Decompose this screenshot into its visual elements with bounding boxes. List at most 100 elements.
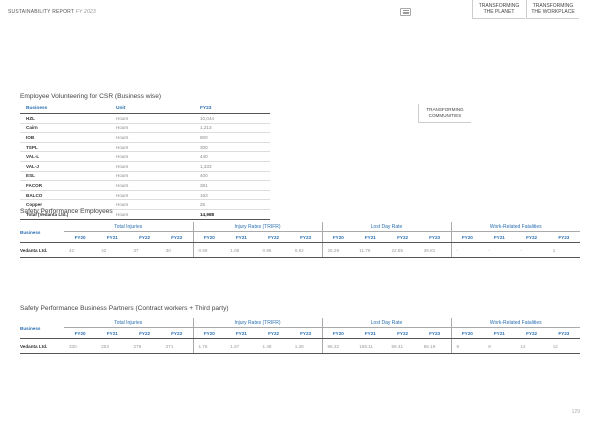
value-cell: 0.62 [289,242,322,258]
year-header: FY23 [547,231,580,243]
year-header: FY21 [96,231,129,243]
business-cell: FACOR [20,180,110,191]
table-row: BALCO Hours 163 [20,190,270,201]
value-cell: 440 [194,151,270,162]
year-header: FY21 [96,327,129,339]
group-injury-rates: Injury Rates (TRIFR) [192,318,322,328]
volunteering-title: Employee Volunteering for CSR (Business … [20,93,162,100]
value-cell: 279 [128,338,161,354]
value-cell: 10,044 [194,113,270,124]
business-cell: Vedanta Ltd. [20,242,64,258]
business-cell: ESL [20,171,110,182]
year-header: FY22 [515,231,548,243]
year-header: FY20 [64,327,97,339]
value-cell: 0.69 [192,242,226,258]
value-cell: 300 [194,142,270,153]
safety-employees-title: Safety Performance Employees [20,208,113,215]
value-cell: 330 [64,338,97,354]
page-header: SUSTAINABILITY REPORT FY 2023 TRANSFORMI… [0,0,600,123]
year-header: FY21 [483,327,516,339]
value-cell: 253 [96,338,129,354]
value-cell: 12 [515,338,548,354]
tab-transforming-the-planet[interactable]: TRANSFORMING THE PLANET [472,0,525,19]
tab-transforming-communities[interactable]: TRANSFORMING COMMUNITIES [418,104,471,123]
value-cell: 22.85 [386,242,419,258]
value-cell: 1.76 [192,338,226,354]
col-fy23: FY23 [194,104,270,114]
value-cell: 42 [64,242,97,258]
unit-cell: Hours [110,113,194,124]
value-cell: 1.48 [257,338,290,354]
menu-icon[interactable] [400,8,411,16]
value-cell: 163 [194,190,270,201]
value-cell: 96.32 [321,338,355,354]
year-header: FY21 [483,231,516,243]
value-cell: 1.57 [225,338,258,354]
table-row: Vedanta Ltd. 42 42 37 30 0.69 1.08 0.96 0.62 25.2… [20,242,580,258]
table-row: Vedanta Ltd. 330 253 279 271 1.76 1.57 1.48 1.28… [20,338,580,354]
business-cell: IOB [20,132,110,143]
group-lost-day-rate: Lost Day Rate [321,222,451,232]
year-header: FY22 [386,231,419,243]
group-fatalities: Work-Related Fatalities [450,318,580,328]
safety-partners-title: Safety Performance Business Partners (Co… [20,305,229,312]
col-business: Business [20,104,110,114]
value-cell: - [483,242,516,258]
table-row: VAL-L Hours 440 [20,151,270,162]
report-label: SUSTAINABILITY REPORT FY 2023 [8,9,96,15]
year-header: FY23 [289,327,322,339]
group-fatalities: Work-Related Fatalities [450,222,580,232]
value-cell: 271 [160,338,193,354]
col-business: Business [20,318,64,339]
group-lost-day-rate: Lost Day Rate [321,318,451,328]
value-cell: 8 [483,338,516,354]
year-header: FY20 [64,231,97,243]
report-title: SUSTAINABILITY REPORT [8,9,75,15]
volunteering-table: Business Unit FY23 HZL Hours 10,044 Cairn Ho… [20,104,270,220]
unit-cell: Hours [110,151,194,162]
table-row: ESL Hours 400 [20,171,270,182]
unit-cell: Hours [110,171,194,182]
year-header: FY21 [225,231,258,243]
business-cell: VAL-L [20,151,110,162]
col-business: Business [20,222,64,243]
group-total-injuries: Total Injuries [64,222,193,232]
safety-partners-table: Business Total Injuries Injury Rates (TR… [20,318,580,354]
value-cell: 12 [547,338,580,354]
year-header: FY20 [450,327,484,339]
table-row: TSPL Hours 300 [20,142,270,153]
unit-cell: Hours [110,190,194,201]
value-cell: - [515,242,548,258]
value-cell: - [450,242,484,258]
value-cell: 400 [194,171,270,182]
year-header: FY23 [289,231,322,243]
value-cell: 1.28 [289,338,322,354]
value-cell: 381 [194,180,270,191]
table-row: Cairn Hours 1,213 [20,123,270,134]
year-header: FY23 [160,327,193,339]
value-cell: 158.11 [354,338,387,354]
year-header: FY21 [225,327,258,339]
value-cell: 0.96 [257,242,290,258]
business-cell: BALCO [20,190,110,201]
year-header: FY21 [354,231,387,243]
tab-transforming-the-workplace[interactable]: TRANSFORMING THE WORKPLACE [526,0,579,19]
value-cell: 800 [194,132,270,143]
year-header: FY23 [160,231,193,243]
unit-cell: Hours [110,209,194,220]
table-row: VAL-J Hours 1,333 [20,161,270,172]
year-header: FY22 [128,231,161,243]
group-total-injuries: Total Injuries [64,318,193,328]
table-row: HZL Hours 10,044 [20,113,270,124]
year-header: FY20 [192,231,226,243]
value-cell: 42 [96,242,129,258]
table-row: FACOR Hours 381 [20,180,270,191]
value-cell: 86.19 [418,338,451,354]
year-header: FY20 [321,327,355,339]
year-header: FY22 [386,327,419,339]
report-year: FY 2023 [75,9,96,15]
value-cell: 25 [194,199,270,210]
value-cell: 1,213 [194,123,270,134]
value-cell: 37 [128,242,161,258]
value-cell: 1 [547,242,580,258]
